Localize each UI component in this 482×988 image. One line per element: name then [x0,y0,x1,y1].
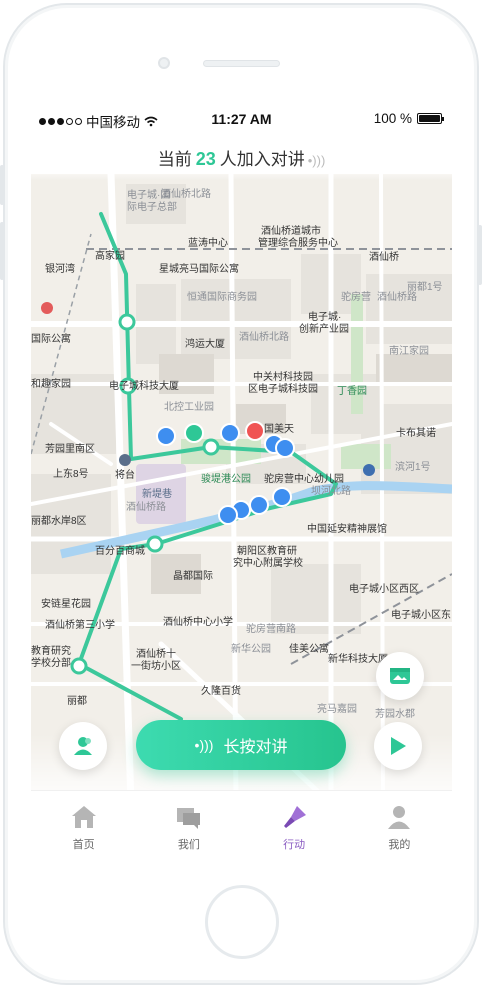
home-icon [71,806,96,828]
map-label: 滨河1号 [395,462,431,473]
map-label: 坝河北路 [311,486,351,497]
map-label: 和趣家园 [31,379,71,390]
ptt-label: 长按对讲 [223,739,288,756]
map-label: 酒仙桥道城市 [261,226,321,237]
map-label: 酒仙桥 [369,252,399,263]
map-label: 星城亮马国际公寓 [159,264,239,275]
flashlight-icon [284,806,307,828]
front-camera [158,57,170,69]
map-label: 亮马嘉园 [317,704,357,715]
play-button[interactable] [374,722,422,770]
play-icon [391,737,406,755]
map-label: 一街坊小区 [131,661,181,672]
map-label: 驼房营 [341,292,371,303]
tab-group[interactable]: 我们 [136,791,241,869]
tab-bar: 首页 我们 行动 我的 [31,790,452,869]
map-label: 丽都 [67,696,87,707]
map-label: 晶都国际 [173,571,213,582]
map-label: 际电子总部 [127,202,177,213]
gallery-icon [390,668,410,684]
map-label: 区电子城科技园 [248,384,318,395]
talk-header-prefix: 当前 [157,150,192,169]
map-label: 上东8号 [53,469,89,480]
map-label: 银河湾 [45,264,75,275]
map-label: 安链星花园 [41,599,91,610]
map-label: 管理综合服务中心 [258,238,338,249]
user-icon [388,806,411,829]
map-label: 中国延安精神展馆 [307,524,387,535]
map-label: 国美天 [264,424,294,435]
map-label: 教育研究 [31,646,71,657]
tab-me[interactable]: 我的 [347,791,452,869]
map-label: 将台 [115,470,135,481]
sound-wave-icon: •))) [307,153,326,168]
tab-home-label: 首页 [72,839,95,851]
push-to-talk-button[interactable]: •))) 长按对讲 [136,720,346,770]
tab-action-label: 行动 [283,839,306,851]
talk-header: 当前 23 人加入对讲 •))) [31,138,452,180]
map-label: 新堤巷 [142,489,172,500]
map-label: 中关村科技园 [253,372,313,383]
map-label: 丽都水岸8区 [31,516,87,527]
map-view[interactable]: 电子城·国 际电子总部 酒仙桥道城市 管理综合服务中心 高家园 蓝涛中心 酒仙桥… [31,174,452,804]
map-label: 究中心附属学校 [233,558,303,569]
earpiece-speaker [203,60,280,67]
map-label: 电子城· [308,312,342,323]
side-button-right [478,225,482,285]
battery-icon [417,113,444,124]
map-label: 电子城小区东 [391,610,451,621]
contacts-button[interactable] [59,722,107,770]
map-label: 驼房营南路 [246,624,296,635]
map-label: 芳园水郡 [375,709,415,720]
battery-percent: 100 % [373,111,412,126]
map-label: 朝阳区教育研 [237,546,297,557]
map-label: 学校分部 [31,658,71,669]
map-label: 久隆百货 [201,686,241,697]
tab-action[interactable]: 行动 [242,791,347,869]
side-button-left-1 [0,165,4,205]
map-label: 蓝涛中心 [188,238,228,249]
map-label: 电子城科技大厦 [109,381,179,392]
ptt-wave-icon: •))) [194,737,214,753]
map-label: 新华公园 [231,644,271,655]
chat-icon [176,808,200,829]
map-label: 鸿运大厦 [185,339,225,350]
talk-header-suffix: 人加入对讲 [219,150,305,169]
tab-group-label: 我们 [177,839,200,851]
map-label: 电子城小区西区 [349,584,419,595]
map-label: 骏堤港公园 [201,474,251,485]
map-label: 丁香园 [337,386,367,397]
side-button-left-2 [0,222,4,280]
contacts-icon [74,737,92,755]
status-bar: 中国移动 11:27 AM 100 % [31,100,452,138]
tab-me-label: 我的 [388,839,411,851]
map-label: 酒仙桥第三小学 [45,620,115,631]
map-label: 国际公寓 [31,334,71,345]
map-label: 北控工业园 [164,402,214,413]
battery-info: 100 % [373,111,444,126]
map-label: 创新产业园 [299,324,349,335]
app-screen: 电子城·国 际电子总部 酒仙桥道城市 管理综合服务中心 高家园 蓝涛中心 酒仙桥… [31,100,452,869]
talk-member-count: 23 [195,149,216,169]
tab-home[interactable]: 首页 [31,791,136,869]
map-label: 百分百商城 [95,546,145,557]
map-label: 卡布其诺 [396,428,436,439]
home-button[interactable] [205,885,279,959]
map-label: 酒仙桥北路 [239,332,289,343]
map-label: 芳园里南区 [45,444,95,455]
map-label: 高家园 [95,251,125,262]
map-label: 丽都1号 [407,282,443,293]
map-label: 酒仙桥中心小学 [163,617,233,628]
map-label: 酒仙桥路 [126,502,166,513]
map-label: 佳美公寓 [289,644,329,655]
map-label: 南江家园 [389,346,429,357]
map-label: 驼房营中心幼儿园 [264,474,344,485]
map-label: 酒仙桥北路 [161,189,211,200]
gallery-button[interactable] [376,652,424,700]
map-label: 酒仙桥十 [136,649,176,660]
map-label: 恒通国际商务园 [187,292,257,303]
